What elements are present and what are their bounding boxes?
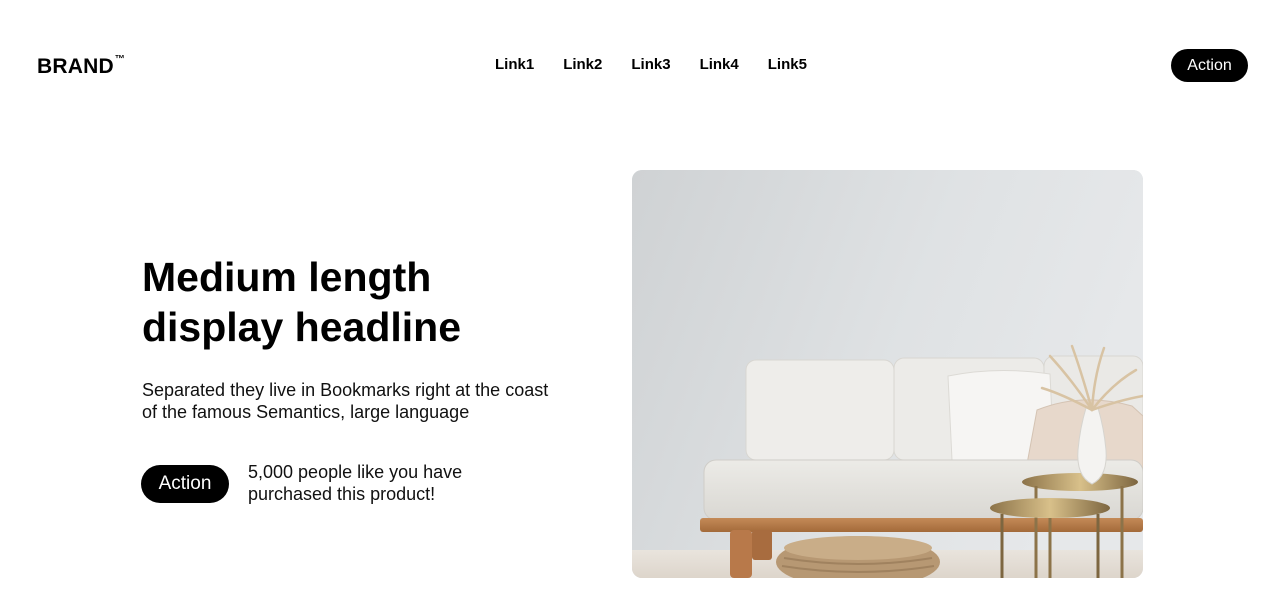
side-table-top-front	[990, 498, 1110, 518]
sofa-leg-left	[730, 530, 752, 578]
sofa-leg-back	[752, 530, 772, 560]
hero-headline: Medium length display headline	[142, 254, 461, 350]
hero-image	[632, 170, 1143, 578]
back-cushion-left	[745, 359, 895, 461]
brand-logo[interactable]: BRAND™	[37, 50, 125, 80]
site-header: BRAND™ Link1 Link2 Link3 Link4 Link5 Act…	[0, 0, 1280, 130]
brand-name: BRAND	[37, 55, 114, 78]
trademark-mark: ™	[114, 54, 126, 65]
hero-subtext: Separated they live in Bookmarks right a…	[142, 380, 549, 422]
nav-link-3[interactable]: Link3	[631, 56, 670, 74]
nav-link-1[interactable]: Link1	[495, 56, 534, 74]
hero-action-button[interactable]: Action	[141, 465, 229, 503]
living-room-illustration	[632, 170, 1143, 578]
nav-link-4[interactable]: Link4	[700, 56, 739, 74]
main-nav: Link1 Link2 Link3 Link4 Link5	[495, 56, 807, 74]
nav-link-2[interactable]: Link2	[563, 56, 602, 74]
header-action-button[interactable]: Action	[1171, 49, 1248, 82]
sofa-frame	[700, 518, 1143, 532]
pouf-top	[784, 536, 932, 560]
nav-link-5[interactable]: Link5	[768, 56, 807, 74]
social-proof-text: 5,000 people like you have purchased thi…	[248, 462, 463, 504]
